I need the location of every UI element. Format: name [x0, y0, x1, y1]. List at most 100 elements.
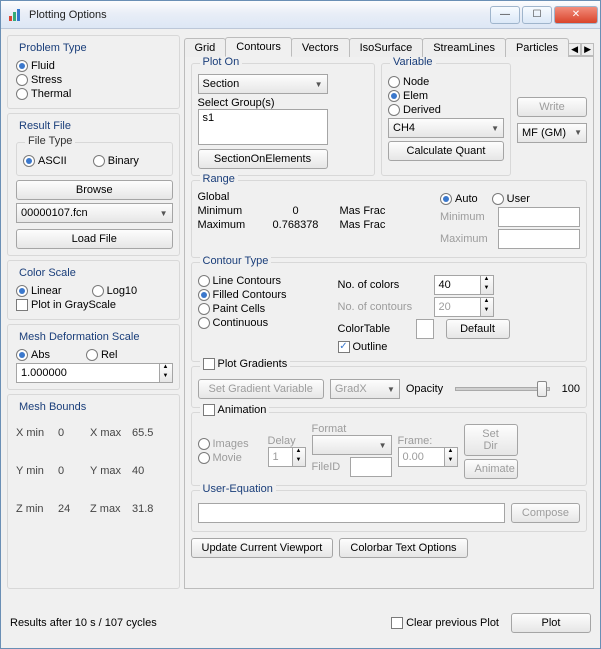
animate-button: Animate [464, 459, 518, 479]
range-min-unit: Mas Frac [340, 205, 386, 217]
colorbar-text-options-button[interactable]: Colorbar Text Options [339, 538, 467, 558]
xmin-val: 0 [58, 427, 90, 439]
browse-button[interactable]: Browse [16, 180, 173, 200]
close-button[interactable]: ✕ [554, 6, 598, 24]
groups-listbox[interactable]: s1 [198, 109, 328, 145]
radio-paint-cells[interactable]: Paint Cells [198, 303, 266, 315]
load-file-button[interactable]: Load File [16, 229, 173, 249]
ymin-label: Y min [16, 465, 58, 477]
update-viewport-button[interactable]: Update Current Viewport [191, 538, 334, 558]
radio-filled-contours[interactable]: Filled Contours [198, 289, 287, 301]
range-min-val: 0 [266, 205, 326, 217]
delay-spinner: ▲▼ [292, 447, 306, 467]
tab-scroll-left[interactable]: ◀ [568, 43, 581, 56]
range-max-unit: Mas Frac [340, 219, 386, 231]
ncolors-spinner[interactable]: ▲▼ [480, 275, 494, 295]
ploton-mode-select[interactable]: Section▼ [198, 74, 328, 94]
ncolors-label: No. of colors [338, 279, 428, 291]
default-button[interactable]: Default [446, 319, 510, 339]
radio-elem[interactable]: Elem [388, 90, 428, 102]
range-min-label: Minimum [198, 205, 252, 217]
xmax-label: X max [90, 427, 132, 439]
radio-ascii[interactable]: ASCII [23, 155, 67, 167]
radio-continuous[interactable]: Continuous [198, 317, 269, 329]
result-file-group: Result File File Type ASCII Binary Brows… [7, 113, 180, 256]
check-plot-gradients[interactable]: Plot Gradients [203, 358, 288, 370]
radio-fluid[interactable]: Fluid [16, 60, 55, 72]
opacity-value: 100 [562, 383, 580, 395]
radio-linear[interactable]: Linear [16, 285, 62, 297]
range-title: Range [200, 173, 238, 185]
ncontours-label: No. of contours [338, 301, 428, 313]
radio-log10[interactable]: Log10 [92, 285, 138, 297]
tab-scroll-right[interactable]: ▶ [581, 43, 594, 56]
ncontours-input: 20 [434, 297, 480, 317]
range-global-label: Global [198, 191, 435, 203]
radio-node[interactable]: Node [388, 76, 429, 88]
tab-grid[interactable]: Grid [184, 38, 227, 57]
problem-type-group: Problem Type Fluid Stress Thermal [7, 35, 180, 109]
maximize-button[interactable]: ☐ [522, 6, 552, 24]
radio-binary[interactable]: Binary [93, 155, 139, 167]
app-icon [7, 7, 23, 23]
set-dir-button: Set Dir [464, 424, 518, 456]
radio-images: Images [198, 438, 249, 450]
color-scale-group: Color Scale Linear Log10 Plot in GraySca… [7, 260, 180, 320]
contour-type-title: Contour Type [200, 255, 272, 267]
section-on-elements-button[interactable]: SectionOnElements [198, 149, 328, 169]
colortable-swatch[interactable] [416, 319, 434, 339]
mf-gm-select[interactable]: MF (GM)▼ [517, 123, 587, 143]
frame-spinner: ▲▼ [444, 447, 458, 467]
xmin-label: X min [16, 427, 58, 439]
write-button[interactable]: Write [517, 97, 587, 117]
user-eq-input[interactable] [198, 503, 505, 523]
radio-derived[interactable]: Derived [388, 104, 441, 116]
fileid-input [350, 457, 391, 477]
file-select[interactable]: 00000107.fcn▼ [16, 203, 173, 223]
zmin-val: 24 [58, 503, 90, 515]
compose-button: Compose [511, 503, 580, 523]
mesh-def-spinner[interactable]: ▲▼ [159, 363, 173, 383]
minimize-button[interactable]: — [490, 6, 520, 24]
set-gradient-variable-button: Set Gradient Variable [198, 379, 324, 399]
radio-line-contours[interactable]: Line Contours [198, 275, 282, 287]
radio-auto[interactable]: Auto [440, 193, 478, 205]
radio-abs[interactable]: Abs [16, 349, 50, 361]
check-animation[interactable]: Animation [203, 404, 267, 416]
radio-user[interactable]: User [492, 193, 530, 205]
plot-button[interactable]: Plot [511, 613, 591, 633]
calculate-quant-button[interactable]: Calculate Quant [388, 141, 504, 161]
tab-isosurface[interactable]: IsoSurface [349, 38, 424, 57]
ymax-val: 40 [132, 465, 164, 477]
select-groups-label: Select Group(s) [198, 97, 369, 109]
xmax-val: 65.5 [132, 427, 164, 439]
problem-type-title: Problem Type [16, 42, 90, 54]
radio-rel[interactable]: Rel [86, 349, 118, 361]
zmin-label: Z min [16, 503, 58, 515]
tabstrip: Grid Contours Vectors IsoSurface StreamL… [184, 35, 595, 57]
mesh-bounds-title: Mesh Bounds [16, 401, 89, 413]
radio-thermal[interactable]: Thermal [16, 88, 71, 100]
range-user-min-input [498, 207, 580, 227]
ploton-title: Plot On [200, 57, 243, 68]
check-outline[interactable]: Outline [338, 341, 388, 353]
opacity-label: Opacity [406, 383, 443, 395]
quantity-select[interactable]: CH4▼ [388, 118, 504, 138]
ncontours-spinner: ▲▼ [480, 297, 494, 317]
radio-stress[interactable]: Stress [16, 74, 62, 86]
tab-particles[interactable]: Particles [505, 38, 569, 57]
opacity-slider[interactable] [455, 387, 549, 391]
ncolors-input[interactable]: 40 [434, 275, 480, 295]
range-user-min-label: Minimum [440, 211, 492, 223]
window-title: Plotting Options [29, 9, 490, 21]
tab-streamlines[interactable]: StreamLines [422, 38, 506, 57]
check-clear-previous[interactable]: Clear previous Plot [391, 617, 499, 629]
check-grayscale[interactable]: Plot in GrayScale [16, 299, 116, 311]
frame-input: 0.00 [398, 447, 444, 467]
mesh-def-value[interactable]: 1.000000 [16, 363, 159, 383]
zmax-label: Z max [90, 503, 132, 515]
ymin-val: 0 [58, 465, 90, 477]
tab-vectors[interactable]: Vectors [291, 38, 350, 57]
grad-select: GradX▼ [330, 379, 400, 399]
tab-contours[interactable]: Contours [225, 37, 292, 57]
